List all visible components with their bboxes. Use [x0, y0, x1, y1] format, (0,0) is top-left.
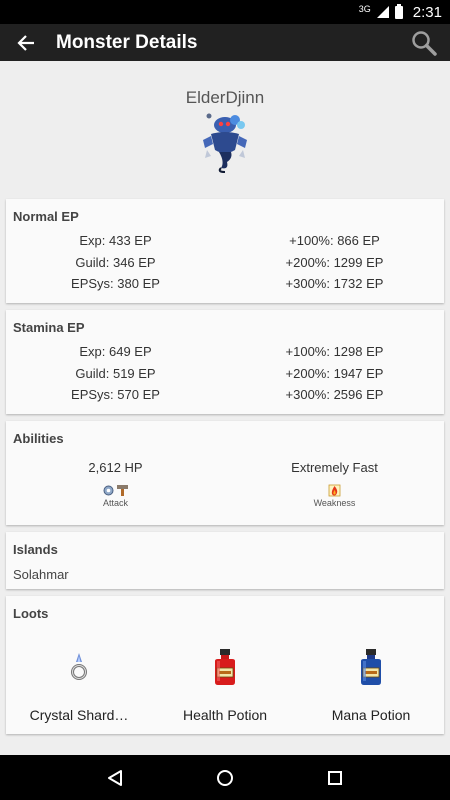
ep-row: EPSys: 570 EP +300%: 2596 EP [6, 384, 444, 406]
ep-right-value: +200%: 1947 EP [285, 365, 384, 381]
abilities-title: Abilities [13, 431, 64, 446]
crystal-shard-icon [71, 653, 87, 680]
speed-value: Extremely Fast [291, 460, 378, 475]
attack-group: Attack [6, 484, 225, 508]
hammer-icon [117, 485, 128, 496]
normal-ep-card: Normal EP Exp: 433 EP +100%: 866 EP Guil… [6, 199, 444, 303]
network-type: 3G [358, 4, 371, 14]
ep-row: Exp: 649 EP +100%: 1298 EP [6, 341, 444, 363]
recents-nav-icon[interactable] [325, 768, 345, 788]
back-button[interactable] [0, 24, 52, 61]
ep-right-value: +200%: 1299 EP [285, 254, 384, 270]
signal-icon [376, 6, 389, 18]
stamina-ep-card: Stamina EP Exp: 649 EP +100%: 1298 EP Gu… [6, 310, 444, 414]
ep-row: Guild: 346 EP +200%: 1299 EP [6, 252, 444, 274]
loot-name: Crystal Shard… [29, 707, 129, 723]
page-title: Monster Details [56, 31, 198, 53]
back-nav-icon[interactable] [105, 768, 125, 788]
islands-title: Islands [13, 542, 58, 557]
loot-item[interactable]: Crystal Shard… [6, 647, 152, 723]
ep-left-value: EPSys: 380 EP [71, 276, 160, 292]
hp-value: 2,612 HP [88, 460, 143, 475]
monster-name: ElderDjinn [185, 88, 265, 107]
loot-name: Mana Potion [331, 707, 411, 723]
stamina-ep-title: Stamina EP [13, 320, 85, 335]
status-time: 2:31 [412, 3, 442, 21]
home-nav-icon[interactable] [215, 768, 235, 788]
gear-icon [103, 485, 114, 496]
ep-left-value: Exp: 649 EP [79, 344, 152, 360]
navigation-bar [0, 755, 450, 800]
health-potion-icon [215, 649, 235, 685]
battery-icon [394, 3, 403, 19]
fire-icon [328, 484, 341, 497]
attack-label: Attack [102, 498, 128, 508]
monster-header: ElderDjinn [0, 61, 450, 193]
islands-card: Islands Solahmar [6, 532, 444, 589]
ep-left-value: EPSys: 570 EP [71, 387, 160, 403]
search-button[interactable] [398, 24, 450, 61]
app-bar: Monster Details [0, 24, 450, 61]
ep-right-value: +300%: 2596 EP [285, 387, 384, 403]
loot-name: Health Potion [182, 707, 268, 723]
ep-row: EPSys: 380 EP +300%: 1732 EP [6, 273, 444, 295]
elder-djinn-sprite [197, 112, 253, 179]
ep-right-value: +100%: 866 EP [289, 233, 380, 249]
loot-item[interactable]: Health Potion [152, 647, 298, 723]
normal-ep-title: Normal EP [13, 209, 79, 224]
ep-right-value: +300%: 1732 EP [285, 276, 384, 292]
content-scroll[interactable]: ElderDjinn Normal EP Exp: 433 EP +100%: … [0, 61, 450, 755]
ep-left-value: Exp: 433 EP [79, 233, 152, 249]
abilities-card: Abilities 2,612 HP Extremely Fast Attack [6, 421, 444, 525]
island-value: Solahmar [13, 567, 69, 582]
loot-item[interactable]: Mana Potion [298, 647, 444, 723]
loots-card: Loots Crystal Shard… Health Potion Mana … [6, 596, 444, 734]
mana-potion-icon [361, 649, 381, 685]
ep-left-value: Guild: 519 EP [75, 365, 156, 381]
weakness-group: Weakness [225, 484, 444, 508]
search-icon [412, 30, 437, 56]
loots-title: Loots [13, 606, 49, 621]
ep-right-value: +100%: 1298 EP [285, 344, 384, 360]
weakness-label: Weakness [313, 498, 356, 508]
ep-left-value: Guild: 346 EP [75, 254, 156, 270]
arrow-back-icon [17, 34, 34, 51]
ep-row: Exp: 433 EP +100%: 866 EP [6, 230, 444, 252]
status-bar: 3G 2:31 [0, 0, 450, 24]
ep-row: Guild: 519 EP +200%: 1947 EP [6, 363, 444, 385]
